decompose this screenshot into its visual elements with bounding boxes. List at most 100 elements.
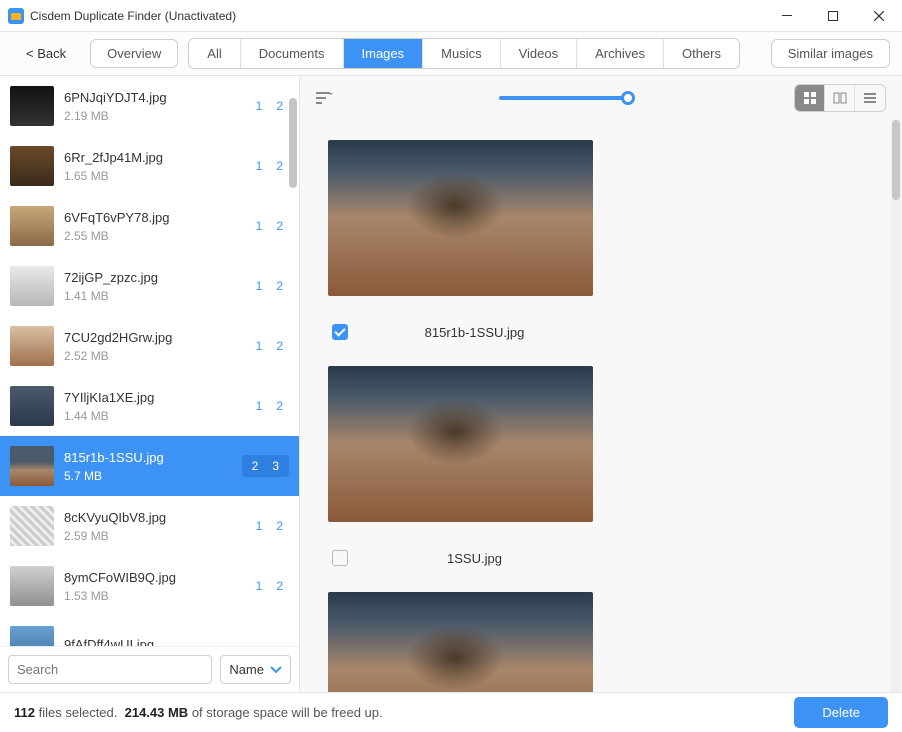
file-item[interactable]: 72ijGP_zpzc.jpg1.41 MB 12 [0,256,299,316]
preview-filename: 815r1b-1SSU.jpg [360,325,589,340]
file-item[interactable]: 7CU2gd2HGrw.jpg 2.52 MB 12 [0,316,299,376]
file-size: 2.19 MB [64,109,240,123]
file-info: 8cKVyuQIbV8.jpg2.59 MB [64,510,240,543]
file-info: 6PNJqiYDJT4.jpg 2.19 MB [64,90,240,123]
count-a: 1 [250,157,269,175]
file-info: 72ijGP_zpzc.jpg1.41 MB [64,270,240,303]
file-counts: 12 [250,517,289,535]
preview-checkbox[interactable] [332,324,348,340]
count-b: 2 [270,157,289,175]
status-text: 112 files selected. 214.43 MB of storage… [14,705,383,720]
sort-select[interactable]: Name [220,655,291,684]
file-name: 815r1b-1SSU.jpg [64,450,232,465]
file-thumbnail [10,206,54,246]
sidebar: 6PNJqiYDJT4.jpg2.19 MB126Rr_2fJp41M.jpg1… [0,76,300,692]
file-name: 6PNJqiYDJT4.jpg [64,90,240,105]
file-thumbnail [10,86,54,126]
count-a: 1 [250,337,269,355]
file-list[interactable]: 6PNJqiYDJT4.jpg2.19 MB126Rr_2fJp41M.jpg1… [0,76,299,646]
count-b: 2 [270,517,289,535]
sort-icon[interactable] [316,91,334,105]
file-name: 6VFqT6vPY78.jpg [64,210,240,225]
file-size: 2.55 MB [64,229,240,243]
file-counts: 12 [250,157,289,175]
toolbar: < Back Overview All Documents Images Mus… [0,32,902,76]
similar-images-button[interactable]: Similar images [771,39,890,68]
count-b: 3 [266,457,285,475]
file-info: 7CU2gd2HGrw.jpg 2.52 MB [64,330,240,363]
tab-others[interactable]: Others [664,39,739,68]
preview-image [328,140,593,296]
view-columns-button[interactable] [825,85,855,111]
search-input[interactable] [8,655,212,684]
file-info: 8ymCFoWIB9Q.jpg1.53 MB [64,570,240,603]
file-name: 9fAfDff4wUI.jpg [64,637,279,647]
tab-musics[interactable]: Musics [423,39,500,68]
zoom-slider-wrap [346,96,782,100]
file-counts: 12 [250,277,289,295]
sidebar-scrollbar[interactable] [288,76,298,646]
statusbar: 112 files selected. 214.43 MB of storage… [0,692,902,732]
view-grid-button[interactable] [795,85,825,111]
file-counts: 12 [250,217,289,235]
file-info: 6VFqT6vPY78.jpg 2.55 MB [64,210,240,243]
file-thumbnail [10,506,54,546]
file-thumbnail [10,326,54,366]
file-name: 6Rr_2fJp41M.jpg [64,150,240,165]
preview-card[interactable]: abc123.jpg [328,592,593,692]
preview-checkbox[interactable] [332,550,348,566]
zoom-slider[interactable] [499,96,629,100]
preview-grid: 815r1b-1SSU.jpg 1SSU.jpg abc123.jpg [300,120,902,692]
chevron-down-icon [270,666,282,674]
file-size: 2.52 MB [64,349,240,363]
file-size: 1.44 MB [64,409,240,423]
count-b: 2 [270,277,289,295]
count-a: 1 [250,517,269,535]
minimize-button[interactable] [764,0,810,32]
tab-videos[interactable]: Videos [501,39,578,68]
close-button[interactable] [856,0,902,32]
file-item[interactable]: 6Rr_2fJp41M.jpg1.65 MB12 [0,136,299,196]
file-item[interactable]: 7YIljKIa1XE.jpg 1.44 MB 12 [0,376,299,436]
preview-image [328,592,593,692]
preview-card[interactable]: 1SSU.jpg [328,366,593,566]
maximize-button[interactable] [810,0,856,32]
file-item[interactable]: 6VFqT6vPY78.jpg 2.55 MB 12 [0,196,299,256]
file-name: 7CU2gd2HGrw.jpg [64,330,240,345]
content-scrollbar[interactable] [891,120,901,692]
window-controls [764,0,902,32]
preview-image [328,366,593,522]
file-thumbnail [10,626,54,646]
count-b: 2 [270,337,289,355]
main: 6PNJqiYDJT4.jpg2.19 MB126Rr_2fJp41M.jpg1… [0,76,902,692]
file-thumbnail [10,386,54,426]
preview-pane: 815r1b-1SSU.jpg 1SSU.jpg abc123.jpg [300,76,902,692]
file-counts: 12 [250,397,289,415]
file-item[interactable]: 6PNJqiYDJT4.jpg 2.19 MB 12 [0,76,299,136]
count-b: 2 [270,577,289,595]
file-thumbnail [10,566,54,606]
file-thumbnail [10,146,54,186]
view-list-button[interactable] [855,85,885,111]
tab-archives[interactable]: Archives [577,39,664,68]
tab-images[interactable]: Images [344,39,424,68]
count-b: 2 [270,397,289,415]
file-item[interactable]: 9fAfDff4wUI.jpg [0,616,299,646]
file-counts: 12 [250,337,289,355]
file-item[interactable]: 815r1b-1SSU.jpg5.7 MB23 [0,436,299,496]
file-info: 7YIljKIa1XE.jpg 1.44 MB [64,390,240,423]
file-counts: 12 [250,97,289,115]
preview-card[interactable]: 815r1b-1SSU.jpg [328,140,593,340]
back-button[interactable]: < Back [12,40,80,67]
count-a: 1 [250,217,269,235]
file-size: 1.41 MB [64,289,240,303]
file-name: 7YIljKIa1XE.jpg [64,390,240,405]
file-item[interactable]: 8ymCFoWIB9Q.jpg1.53 MB12 [0,556,299,616]
tab-documents[interactable]: Documents [241,39,344,68]
file-size: 1.53 MB [64,589,240,603]
file-item[interactable]: 8cKVyuQIbV8.jpg2.59 MB 12 [0,496,299,556]
overview-button[interactable]: Overview [90,39,178,68]
tab-all[interactable]: All [189,39,240,68]
count-b: 2 [270,217,289,235]
delete-button[interactable]: Delete [794,697,888,728]
